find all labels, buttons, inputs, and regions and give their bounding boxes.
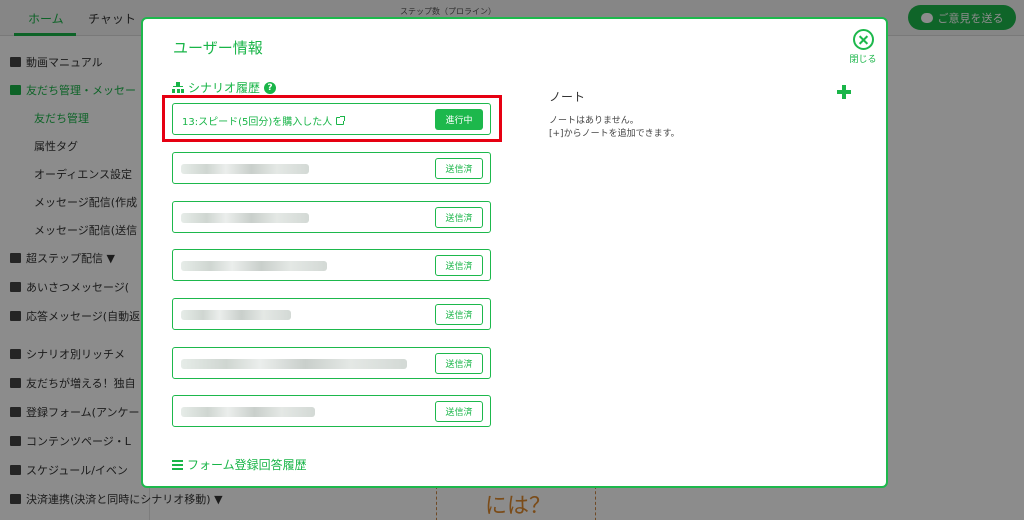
close-icon xyxy=(852,29,874,50)
add-note-plus-icon[interactable] xyxy=(837,85,851,99)
status-badge: 送信済 xyxy=(435,158,483,179)
scenario-row: 送信済 xyxy=(172,249,491,281)
scenario-history-heading: シナリオ履歴 ? xyxy=(172,79,277,96)
close-label: 閉じる xyxy=(849,55,877,65)
blurred-scenario-name[interactable] xyxy=(181,164,309,174)
note-heading: ノート xyxy=(549,90,586,104)
blurred-scenario-name[interactable] xyxy=(181,359,407,369)
scenario-row: 送信済 xyxy=(172,395,491,427)
blurred-scenario-name[interactable] xyxy=(181,213,309,223)
note-empty-message: ノートはありません。 xyxy=(549,116,639,126)
scenario-row: 送信済 xyxy=(172,152,491,184)
list-icon xyxy=(172,459,183,470)
blurred-scenario-name[interactable] xyxy=(181,261,327,271)
scenario-row: 送信済 xyxy=(172,201,491,233)
scenario-row: 送信済 xyxy=(172,347,491,379)
user-info-modal: ユーザー情報 閉じる シナリオ履歴 ? 13:スピード(5回分)を購入した人 進… xyxy=(141,17,888,488)
scenario-row: 送信済 xyxy=(172,298,491,330)
help-icon[interactable]: ? xyxy=(264,81,277,94)
blurred-scenario-name[interactable] xyxy=(181,310,291,320)
blurred-scenario-name[interactable] xyxy=(181,407,315,417)
modal-title: ユーザー情報 xyxy=(173,39,263,57)
close-button[interactable]: 閉じる xyxy=(845,29,881,65)
status-badge: 送信済 xyxy=(435,255,483,276)
form-history-link[interactable]: フォーム登録回答履歴 xyxy=(172,456,307,473)
form-history-label: フォーム登録回答履歴 xyxy=(187,458,307,472)
annotation-highlight-box xyxy=(162,95,502,142)
sitemap-icon xyxy=(172,82,184,93)
status-badge: 送信済 xyxy=(435,207,483,228)
status-badge: 送信済 xyxy=(435,353,483,374)
note-empty-hint: [+]からノートを追加できます。 xyxy=(549,129,680,139)
status-badge: 送信済 xyxy=(435,401,483,422)
scenario-history-label: シナリオ履歴 xyxy=(188,81,261,95)
status-badge: 送信済 xyxy=(435,304,483,325)
